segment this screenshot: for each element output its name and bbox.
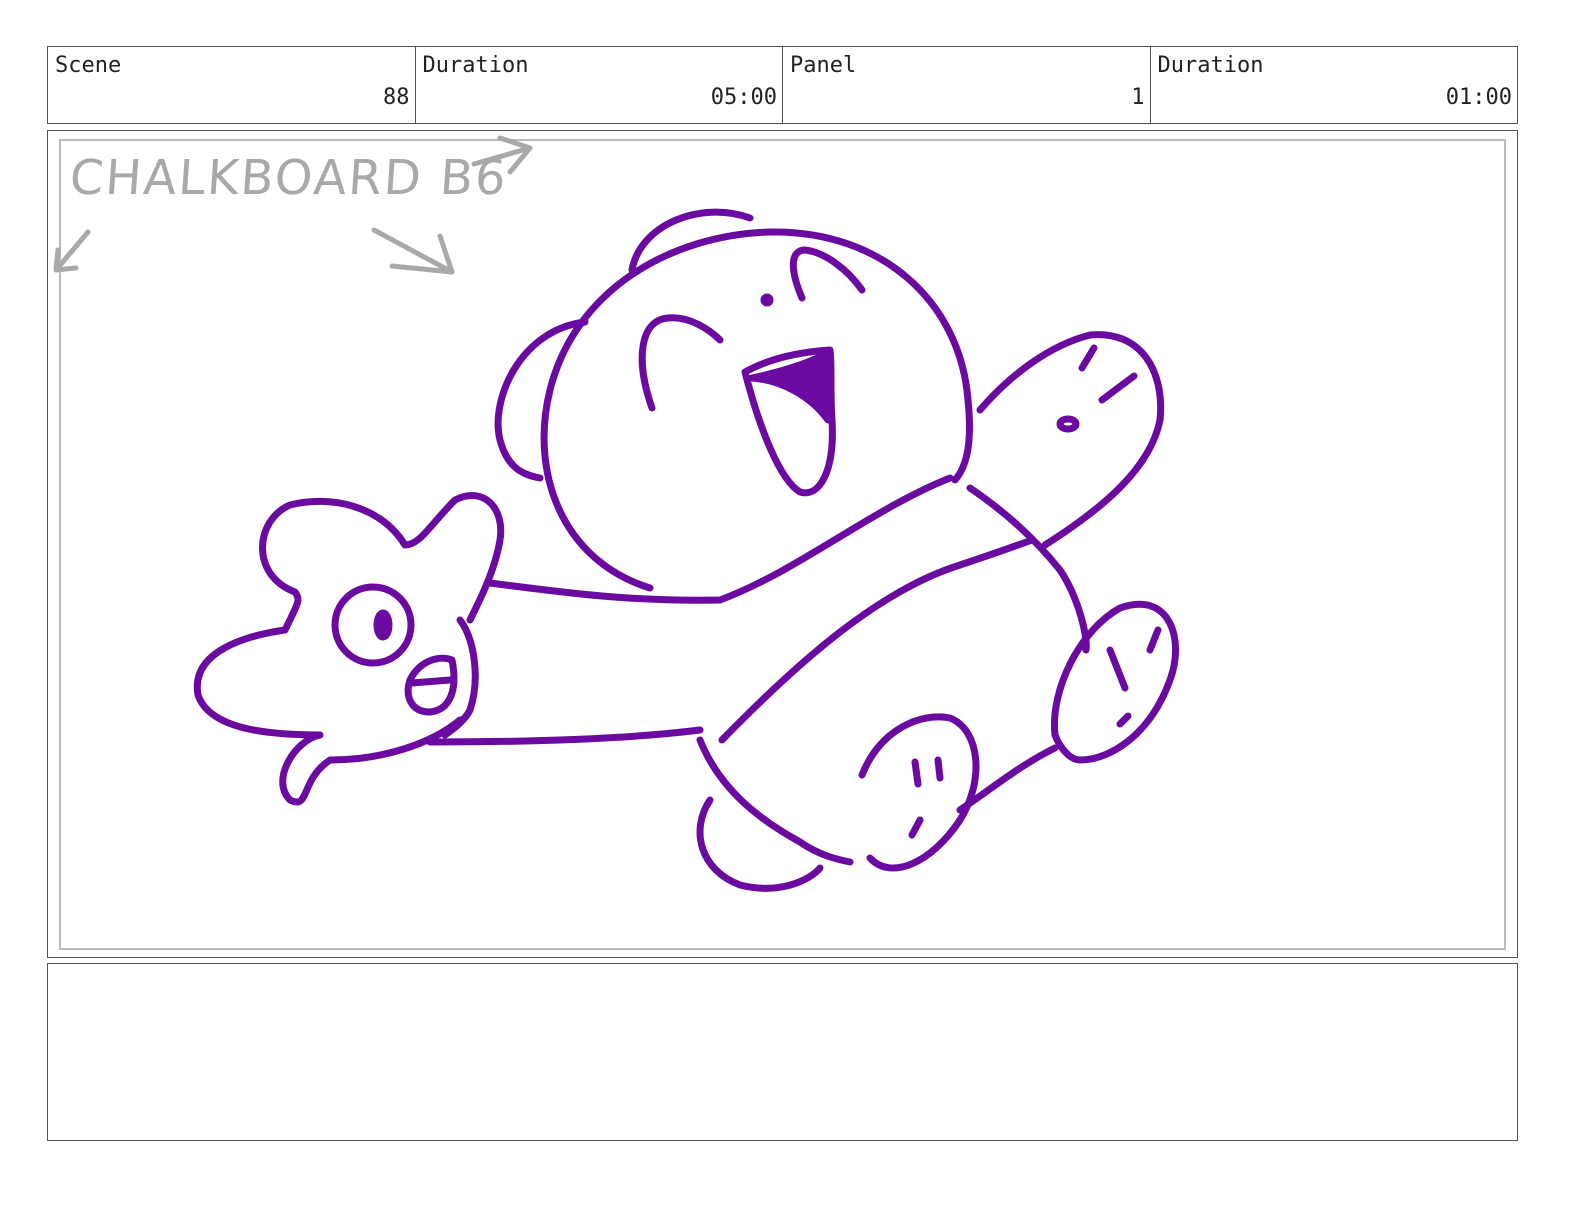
toy-mouth-teeth: [408, 676, 454, 687]
bear-eye-left: [638, 314, 724, 412]
bear-foot-left: [858, 713, 980, 872]
bear-foot-right-toes: [1106, 626, 1162, 728]
bear-arm-left-bottom: [426, 726, 704, 746]
bear-sketch: [193, 208, 1180, 892]
arrow-left: [53, 229, 91, 273]
bear-hand-right-dot: [1056, 415, 1080, 433]
bear-hand-right-lines: [1078, 344, 1138, 404]
arrow-top-right: [471, 135, 533, 175]
bear-nose: [760, 293, 774, 307]
bear-foot-left-toes: [908, 756, 944, 839]
notes-box: [47, 963, 1518, 1141]
annotation-arrows: [53, 135, 533, 275]
bear-body-side: [966, 484, 1090, 654]
bear-body-line: [718, 536, 1036, 744]
bear-eye-right: [789, 246, 866, 302]
bear-body-bottom: [696, 736, 854, 866]
bear-arm-left-top: [486, 474, 954, 604]
toy-body: [193, 492, 505, 806]
toy-eye-outer: [331, 583, 415, 667]
toy-eye-pupil: [373, 609, 393, 641]
arrow-down-right: [371, 227, 455, 275]
